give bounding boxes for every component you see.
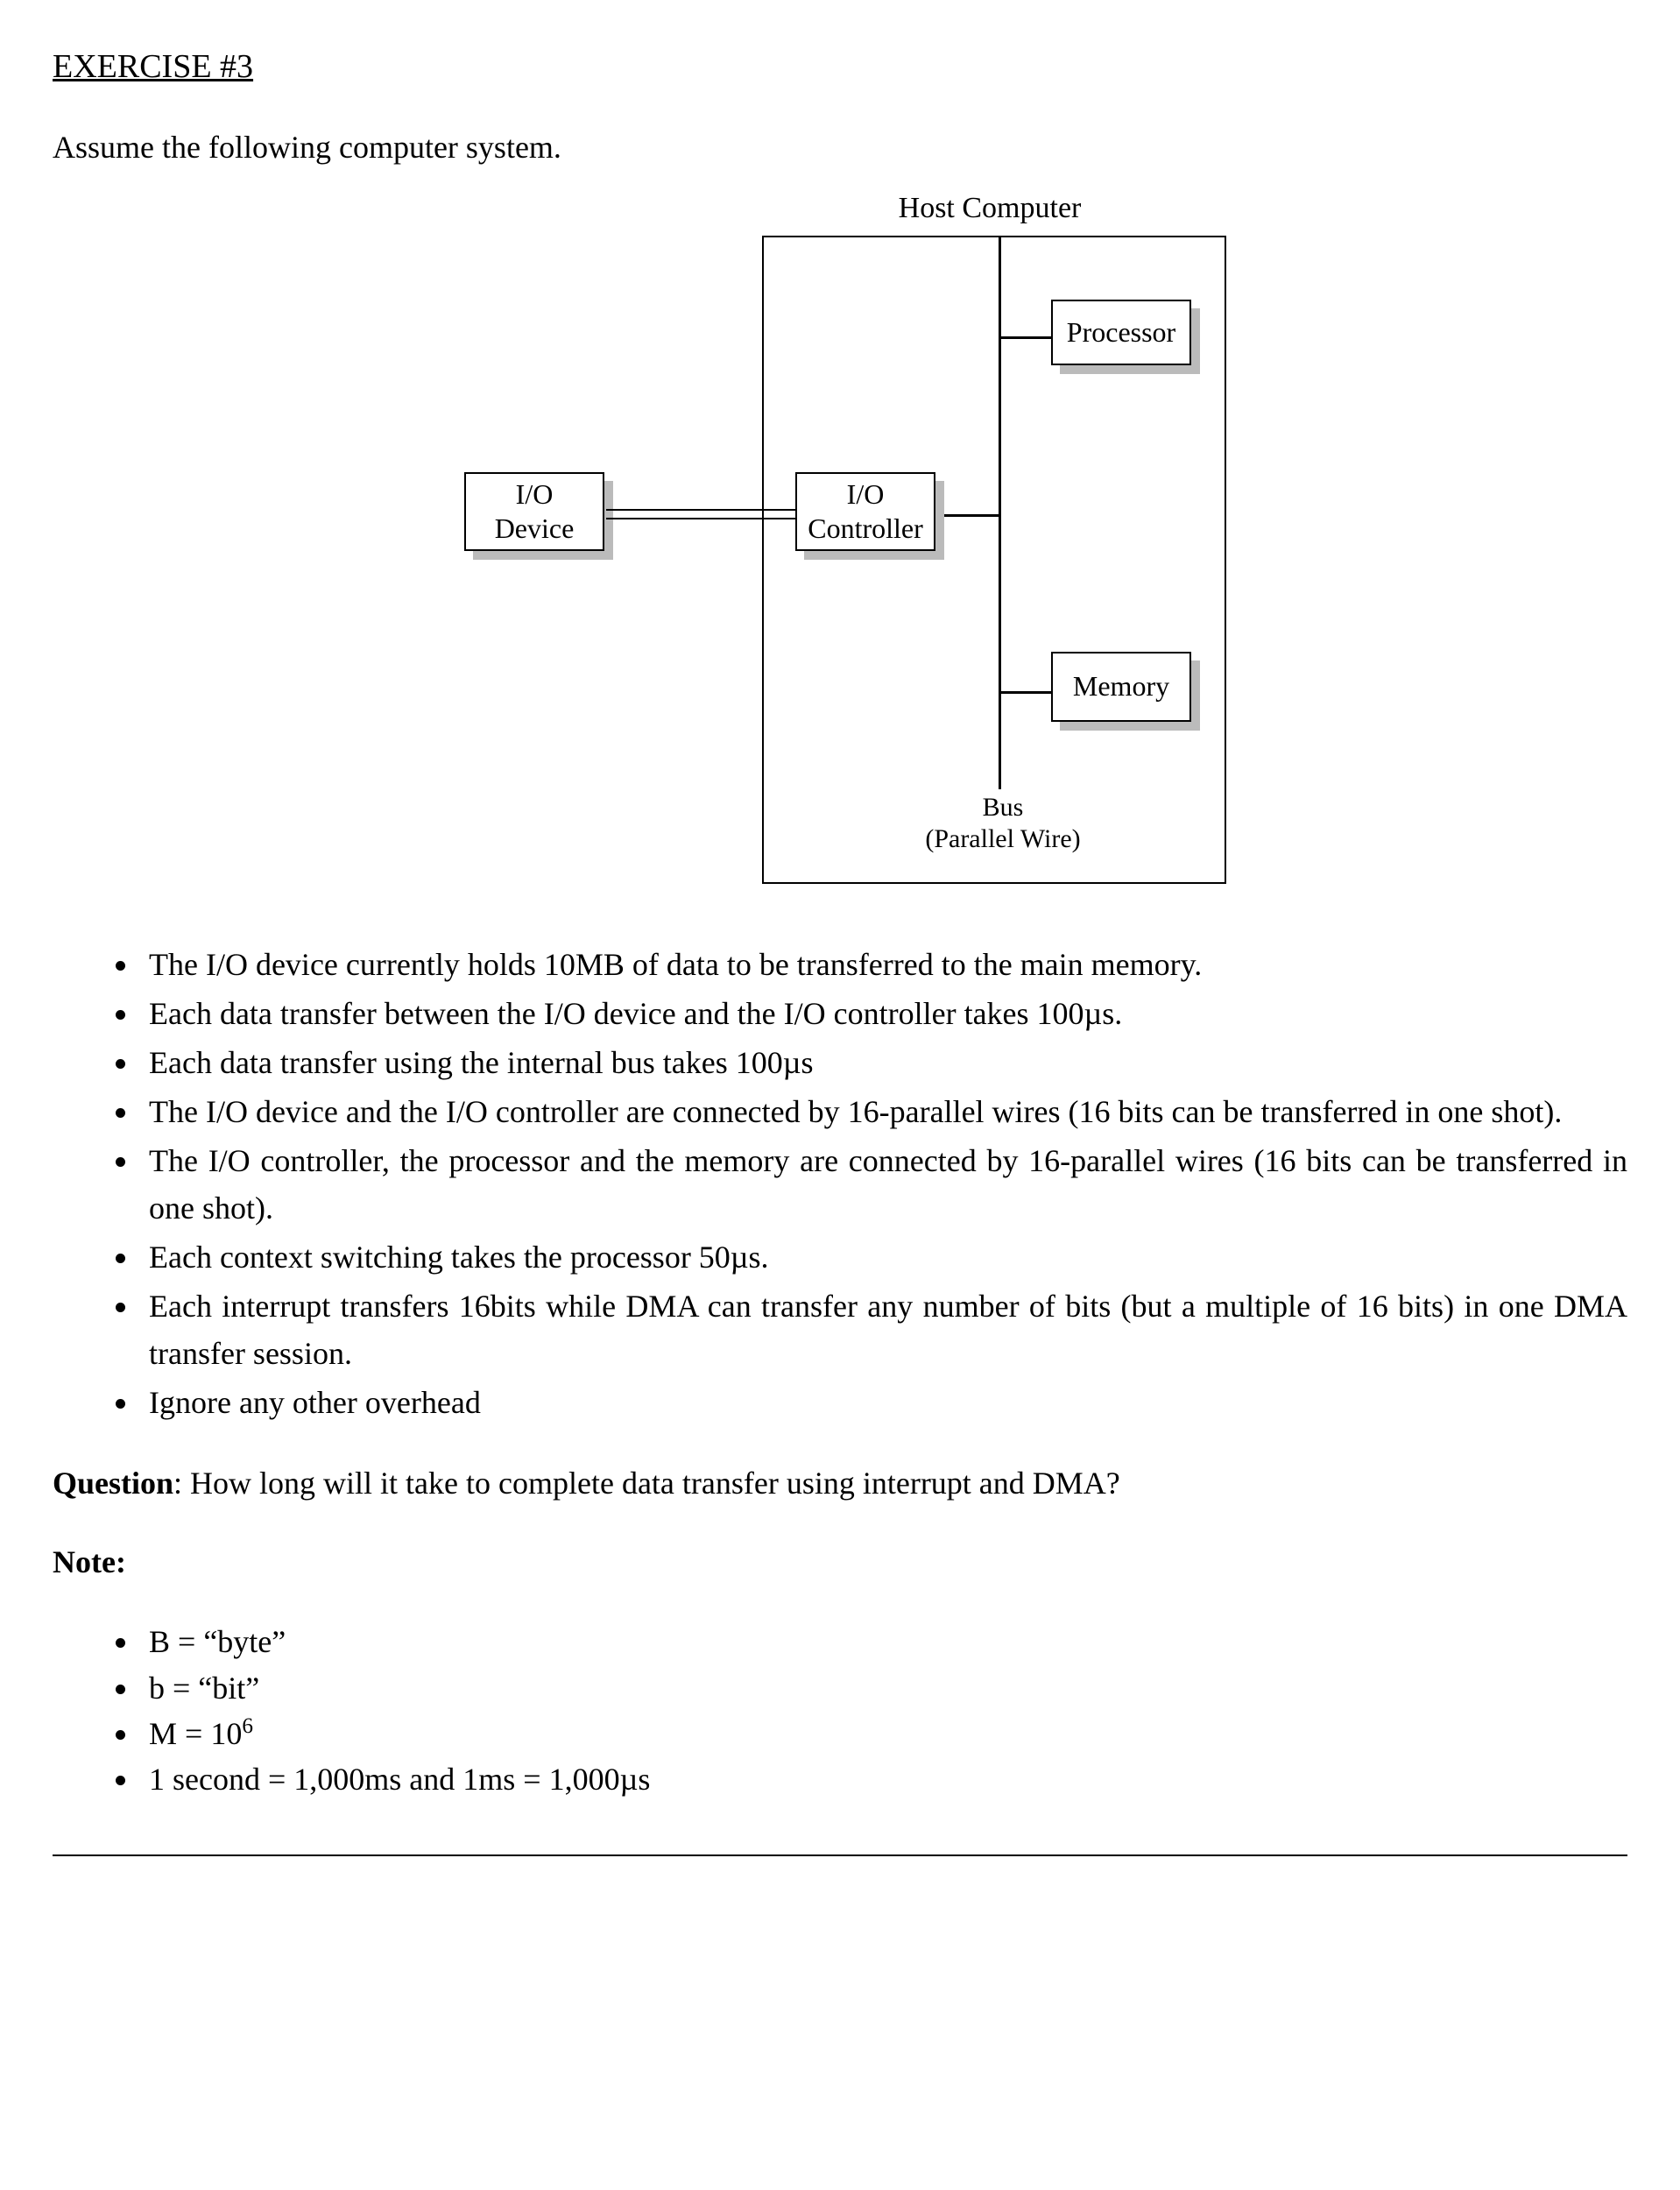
- footer-divider: [53, 1854, 1627, 1856]
- host-computer-label: Host Computer: [858, 187, 1121, 230]
- spec-list: The I/O device currently holds 10MB of d…: [53, 941, 1627, 1426]
- note-item: 1 second = 1,000ms and 1ms = 1,000µs: [140, 1756, 1627, 1802]
- note-item: b = “bit”: [140, 1665, 1627, 1711]
- note-heading: Note:: [53, 1540, 1627, 1584]
- processor-box: Processor: [1051, 300, 1191, 365]
- note-m-pre: M = 10: [149, 1716, 242, 1751]
- spec-item: The I/O device currently holds 10MB of d…: [140, 941, 1627, 988]
- io-controller-box: I/O Controller: [795, 472, 935, 551]
- spec-item: Each interrupt transfers 16bits while DM…: [140, 1282, 1627, 1377]
- note-list: B = “byte” b = “bit” M = 106 1 second = …: [53, 1619, 1627, 1802]
- io-device-label-1: I/O: [516, 477, 554, 511]
- io-controller-label-1: I/O: [847, 477, 885, 511]
- processor-label: Processor: [1067, 315, 1175, 349]
- memory-box: Memory: [1051, 652, 1191, 722]
- spec-item: Ignore any other overhead: [140, 1379, 1627, 1426]
- io-device-box: I/O Device: [464, 472, 604, 551]
- spec-item: Each context switching takes the process…: [140, 1233, 1627, 1281]
- io-device-label-2: Device: [495, 512, 575, 545]
- io-controller-label-2: Controller: [808, 512, 923, 545]
- spec-item: The I/O controller, the processor and th…: [140, 1137, 1627, 1232]
- question: Question: How long will it take to compl…: [53, 1461, 1627, 1505]
- device-controller-wire-bottom: [606, 518, 795, 519]
- controller-connector: [942, 514, 1000, 517]
- bus-label: Bus (Parallel Wire): [893, 792, 1112, 855]
- intro-text: Assume the following computer system.: [53, 125, 1627, 169]
- memory-connector: [999, 691, 1051, 694]
- processor-connector: [999, 336, 1051, 339]
- device-controller-wire-top: [606, 509, 795, 511]
- bus-line: [999, 237, 1001, 789]
- note-item: M = 106: [140, 1711, 1627, 1756]
- spec-item: Each data transfer between the I/O devic…: [140, 990, 1627, 1037]
- bus-label-1: Bus: [893, 792, 1112, 823]
- spec-item: Each data transfer using the internal bu…: [140, 1039, 1627, 1086]
- memory-label: Memory: [1073, 669, 1169, 703]
- note-m-sup: 6: [242, 1714, 253, 1738]
- exercise-heading: EXERCISE #3: [53, 44, 1627, 90]
- bus-label-2: (Parallel Wire): [893, 823, 1112, 855]
- question-label: Question: [53, 1466, 173, 1501]
- system-diagram: Host Computer Processor I/O Controller I…: [53, 187, 1629, 906]
- note-item: B = “byte”: [140, 1619, 1627, 1664]
- question-text: : How long will it take to complete data…: [173, 1466, 1120, 1501]
- spec-item: The I/O device and the I/O controller ar…: [140, 1088, 1627, 1135]
